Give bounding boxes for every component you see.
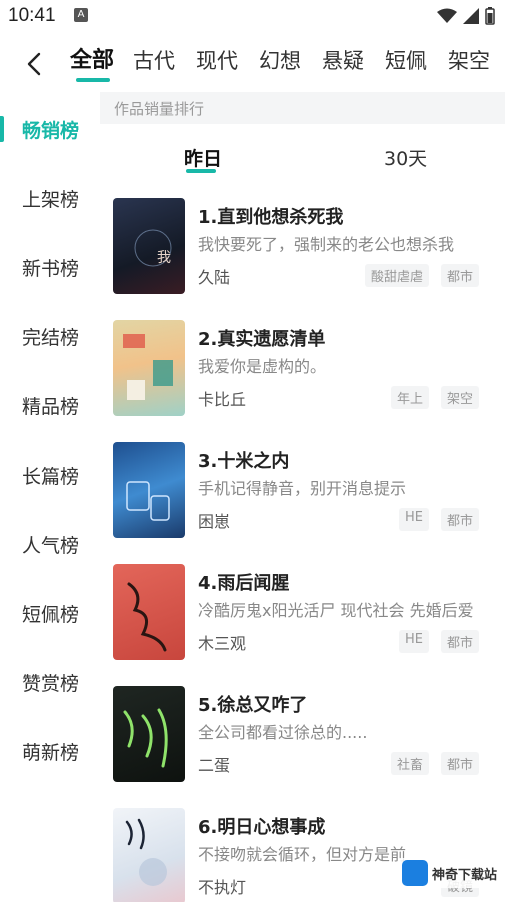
tab-fantasy[interactable]: 幻想 [259,46,322,76]
sidebar-item-completed[interactable]: 完结榜 [0,315,100,355]
book-title[interactable]: 1.直到他想杀死我 [198,203,343,229]
book-author[interactable]: 久陆 [198,264,230,288]
sidebar-item-launch[interactable]: 上架榜 [0,177,100,217]
book-title[interactable]: 5.徐总又咋了 [198,691,307,717]
book-cover[interactable]: 我 [113,198,185,294]
chevron-left-icon [27,52,41,76]
period-tab-yesterday[interactable]: 昨日 [184,144,222,171]
book-title[interactable]: 2.真实遗愿清单 [198,325,325,351]
sidebar-item-reward[interactable]: 赞赏榜 [0,661,100,701]
book-author[interactable]: 木三观 [198,630,246,654]
tab-short[interactable]: 短佩 [385,46,448,76]
book-description: 全公司都看过徐总的..... [198,723,368,742]
book-tag: 都市 [440,752,479,775]
book-tags: 酸甜虐虐 都市 [364,264,479,287]
book-tag: 都市 [440,630,479,653]
svg-text:我: 我 [157,250,171,266]
sidebar-item-label: 长篇榜 [22,466,80,488]
book-cover[interactable] [113,320,185,416]
book-tags: HE 都市 [398,630,479,653]
status-icons [437,7,495,25]
book-cover[interactable] [113,564,185,660]
period-active-indicator [186,169,216,173]
signal-icon [463,8,479,24]
book-description: 冷酷厉鬼x阳光活尸 现代社会 先婚后爱 [198,601,474,620]
tab-ancient[interactable]: 古代 [133,46,196,76]
book-description: 我爱你是虚构的。 [198,357,327,376]
sidebar-active-indicator [0,116,4,142]
tab-modern[interactable]: 现代 [196,46,259,76]
sidebar-item-label: 人气榜 [22,535,80,557]
back-button[interactable] [20,50,48,78]
period-tab-30days[interactable]: 30天 [384,144,427,171]
sidebar-item-label: 短佩榜 [22,604,80,626]
book-title[interactable]: 6.明日心想事成 [198,813,325,839]
sidebar-item-label: 新书榜 [22,258,80,280]
book-author[interactable]: 不执灯 [198,874,246,898]
status-time: 10:41 [8,5,56,26]
book-tags: HE 都市 [398,508,479,531]
list-item[interactable]: 5.徐总又咋了 全公司都看过徐总的..... 二蛋 社畜 都市 [100,678,505,790]
watermark-logo-icon [401,860,428,886]
list-item[interactable]: 4.雨后闻腥 冷酷厉鬼x阳光活尸 现代社会 先婚后爱 木三观 HE 都市 [100,556,505,668]
sidebar-item-premium[interactable]: 精品榜 [0,384,100,424]
sidebar-item-label: 萌新榜 [22,742,80,764]
app-notification-icon: A [74,8,88,22]
book-description: 手机记得静音，别开消息提示 [198,479,407,498]
top-nav: 全部 古代 现代 幻想 悬疑 短佩 架空 [0,40,505,88]
book-tag: 酸甜虐虐 [364,264,429,287]
book-tag: 都市 [440,264,479,287]
book-tag: HE [398,508,429,531]
ranking-content: 作品销量排行 昨日 30天 我 1.直到他想杀死我 我快要死了，强制来的老公也想… [100,92,505,902]
book-cover[interactable] [113,808,185,902]
tab-alt-history[interactable]: 架空 [448,46,505,76]
sidebar-item-label: 精品榜 [22,396,80,418]
book-title[interactable]: 4.雨后闻腥 [198,569,289,595]
book-tags: 年上 架空 [390,386,479,409]
book-description: 我快要死了，强制来的老公也想杀我 [198,235,455,254]
list-item[interactable]: 2.真实遗愿清单 我爱你是虚构的。 卡比丘 年上 架空 [100,312,505,424]
sidebar-item-bestseller[interactable]: 畅销榜 [0,108,100,148]
book-tag: 社畜 [390,752,429,775]
book-tag: 都市 [440,508,479,531]
book-author[interactable]: 卡比丘 [198,386,246,410]
book-author[interactable]: 困崽 [198,508,230,532]
book-tags: 社畜 都市 [390,752,479,775]
ranking-header-text: 作品销量排行 [114,100,205,118]
sidebar-item-label: 完结榜 [22,327,80,349]
genre-tabs: 全部 古代 现代 幻想 悬疑 短佩 架空 [70,46,505,76]
book-tag: 架空 [440,386,479,409]
sidebar-item-label: 上架榜 [22,189,80,211]
battery-icon [485,7,495,25]
sidebar-item-popular[interactable]: 人气榜 [0,523,100,563]
book-tag: HE [398,630,429,653]
sidebar-item-new[interactable]: 新书榜 [0,246,100,286]
wifi-icon [437,8,457,23]
status-bar: 10:41 A [0,0,505,32]
active-tab-indicator [76,78,110,82]
watermark: 神奇下载站 [397,858,501,888]
sidebar-item-short[interactable]: 短佩榜 [0,592,100,632]
sidebar-item-long[interactable]: 长篇榜 [0,454,100,494]
book-tag: 年上 [390,386,429,409]
book-title[interactable]: 3.十米之内 [198,447,289,473]
list-item[interactable]: 我 1.直到他想杀死我 我快要死了，强制来的老公也想杀我 久陆 酸甜虐虐 都市 [100,190,505,302]
watermark-text: 神奇下载站 [431,867,497,883]
book-cover[interactable] [113,686,185,782]
tab-all[interactable]: 全部 [70,46,133,76]
sidebar-item-label: 赞赏榜 [22,673,80,695]
ranking-header: 作品销量排行 [100,92,505,124]
book-cover[interactable] [113,442,185,538]
sidebar-item-newcomer[interactable]: 萌新榜 [0,730,100,770]
tab-mystery[interactable]: 悬疑 [322,46,385,76]
book-author[interactable]: 二蛋 [198,752,230,776]
list-item[interactable]: 3.十米之内 手机记得静音，别开消息提示 困崽 HE 都市 [100,434,505,546]
sidebar-item-label: 畅销榜 [22,120,80,142]
